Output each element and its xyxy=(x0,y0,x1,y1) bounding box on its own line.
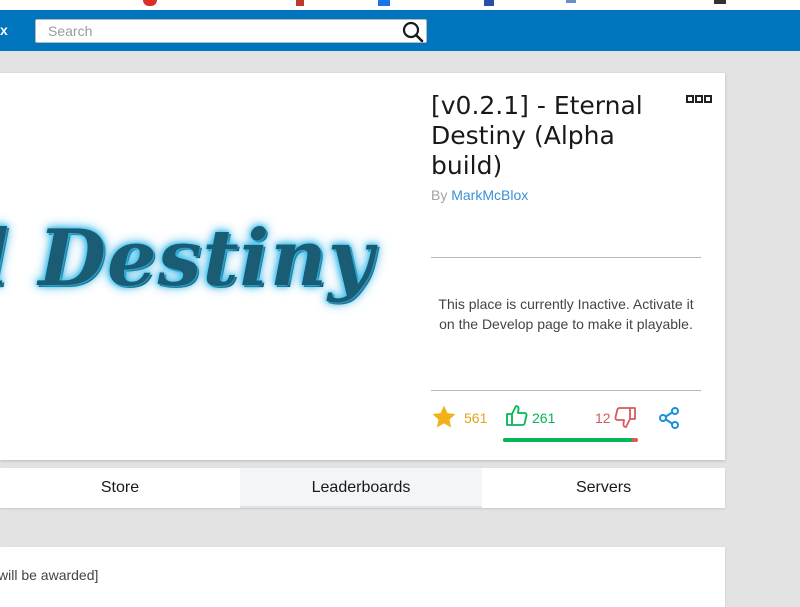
search-box xyxy=(35,19,427,43)
more-options-icon[interactable] xyxy=(686,94,712,104)
game-details-card: al Destiny [v0.2.1] - Eternal Destiny (A… xyxy=(0,73,725,460)
description-card: will be awarded] xyxy=(0,547,725,607)
thumbs-up-icon[interactable] xyxy=(505,404,529,428)
star-icon[interactable] xyxy=(431,404,457,430)
bookmark-icon[interactable] xyxy=(296,0,304,6)
favorites-count: 561 xyxy=(464,410,488,426)
bookmark-icon[interactable] xyxy=(378,0,390,6)
game-tabs: Store Leaderboards Servers xyxy=(0,468,725,508)
game-stats-row: 561 261 12 xyxy=(431,403,721,445)
tab-store[interactable]: Store xyxy=(0,468,240,508)
likes-count: 261 xyxy=(532,410,556,426)
thumbs-down-icon[interactable] xyxy=(613,405,637,429)
search-input[interactable] xyxy=(36,20,396,42)
tab-leaderboards[interactable]: Leaderboards xyxy=(240,468,482,508)
share-icon[interactable] xyxy=(657,406,681,430)
site-logo[interactable]: x xyxy=(0,22,8,38)
bookmark-icon[interactable] xyxy=(714,0,726,4)
description-text: will be awarded] xyxy=(0,567,99,583)
search-icon[interactable] xyxy=(402,21,424,43)
vote-ratio-fill xyxy=(503,438,633,442)
divider xyxy=(431,390,701,391)
bookmark-icon[interactable] xyxy=(484,0,494,6)
inactive-message: This place is currently Inactive. Activa… xyxy=(438,296,694,332)
creator-link[interactable]: MarkMcBlox xyxy=(451,187,528,203)
game-title: [v0.2.1] - Eternal Destiny (Alpha build) xyxy=(431,91,643,180)
top-navigation-bar: x xyxy=(0,10,800,51)
vote-ratio-bar xyxy=(503,438,638,442)
bookmarks-bar xyxy=(0,0,800,10)
by-label: By xyxy=(431,187,448,203)
bookmark-icon[interactable] xyxy=(566,0,576,3)
game-thumbnail: al Destiny xyxy=(0,73,410,460)
tab-servers[interactable]: Servers xyxy=(482,468,725,508)
thumbnail-title-art: al Destiny xyxy=(0,213,375,304)
divider xyxy=(431,257,701,258)
creator-byline: By MarkMcBlox xyxy=(431,187,528,203)
bookmark-icon[interactable] xyxy=(143,0,157,6)
dislikes-count: 12 xyxy=(595,410,611,426)
